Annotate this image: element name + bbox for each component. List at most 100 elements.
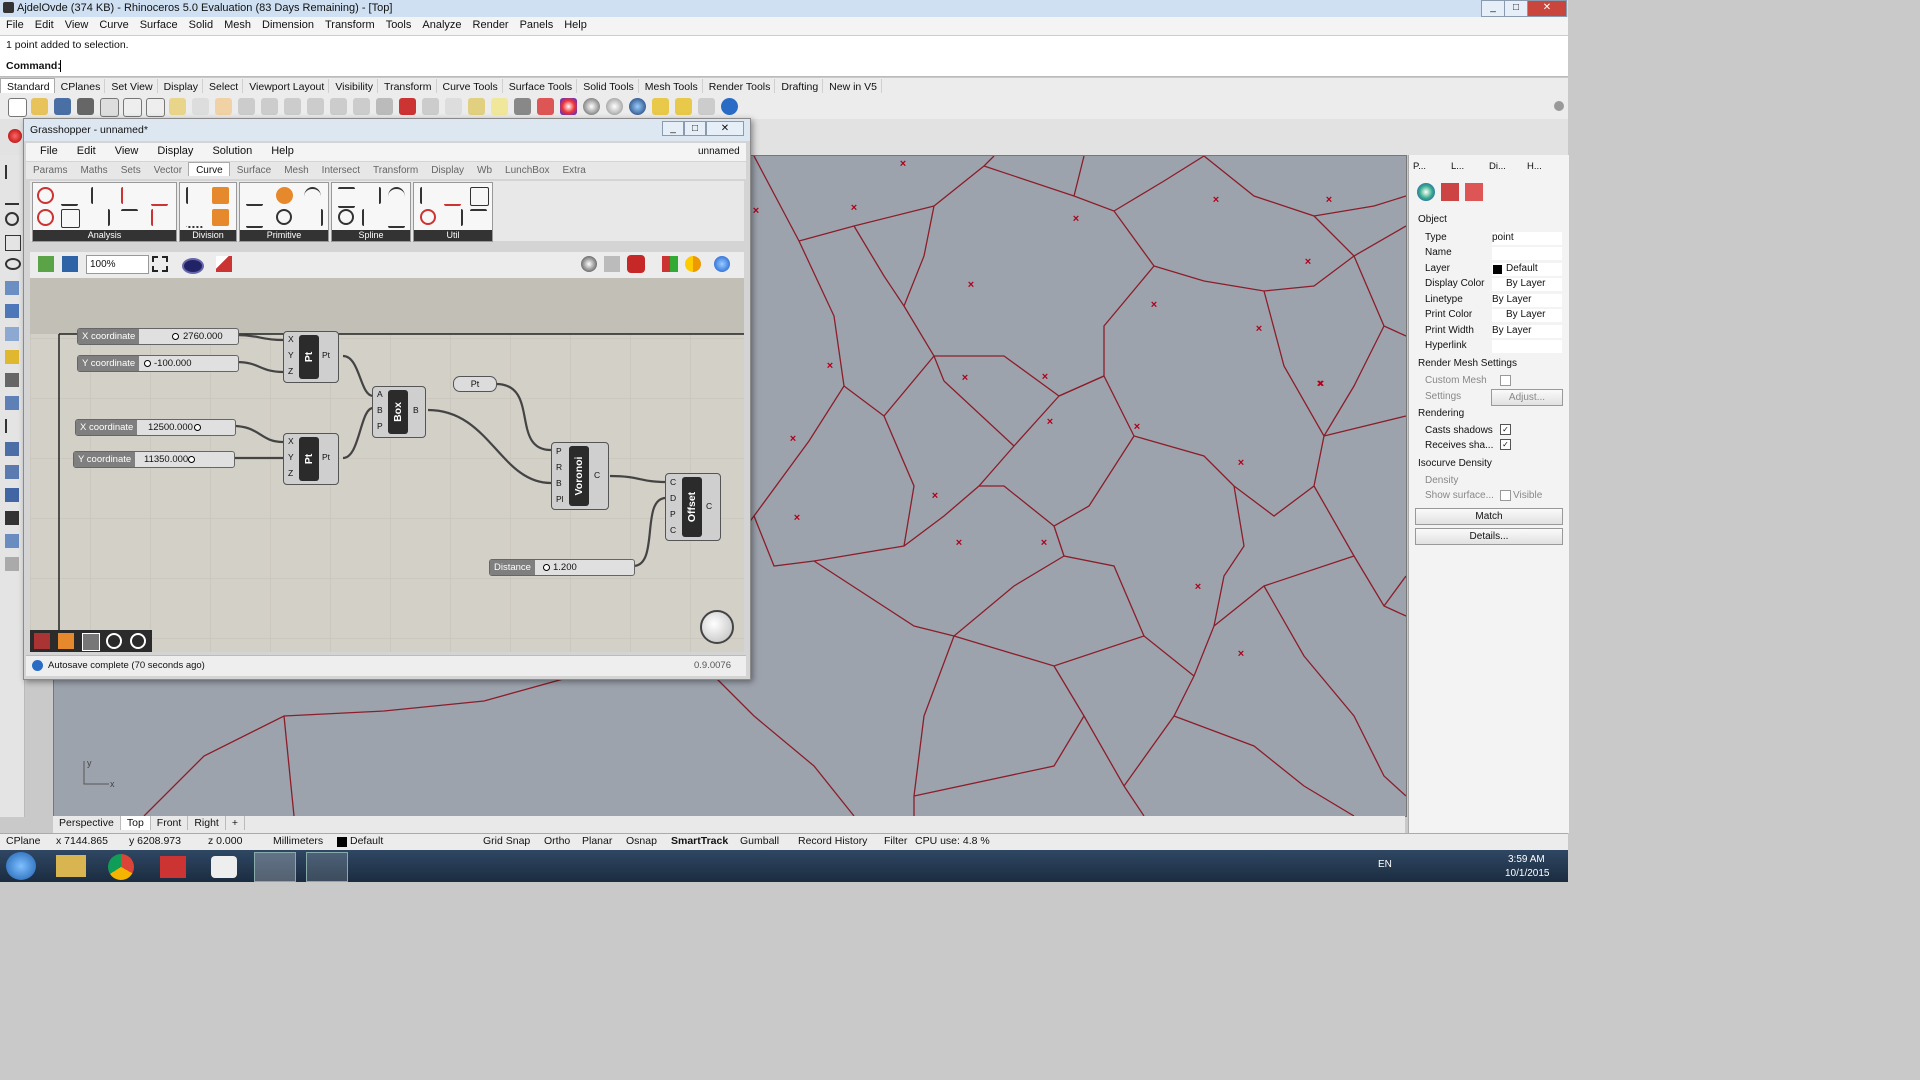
tab-new-in-v5[interactable]: New in V5 — [823, 79, 883, 93]
extend-curve-icon[interactable] — [470, 209, 487, 228]
curve-closest-point-icon[interactable] — [37, 187, 54, 204]
display-sphere-icon[interactable] — [714, 256, 730, 272]
seed-point-marker[interactable]: × — [790, 433, 796, 445]
seed-point-marker[interactable]: × — [1041, 537, 1047, 549]
seed-point-marker[interactable]: × — [900, 158, 906, 170]
save-icon[interactable] — [54, 98, 71, 115]
tab-cplanes[interactable]: CPlanes — [55, 79, 106, 93]
voronoi-component[interactable]: P R B Pl Voronoi C — [551, 442, 609, 510]
solver-icon[interactable] — [685, 256, 701, 272]
fillet-icon[interactable] — [5, 419, 21, 433]
gh-menu-file[interactable]: File — [26, 143, 63, 157]
gh-tab-curve[interactable]: Curve — [188, 162, 230, 176]
widget-align-icon[interactable] — [58, 633, 74, 649]
gh-tab-lunchbox[interactable]: LunchBox — [498, 163, 555, 176]
tab-visibility[interactable]: Visibility — [329, 79, 379, 93]
details-button[interactable]: Details... — [1415, 528, 1563, 545]
seed-point-marker[interactable]: × — [1213, 194, 1219, 206]
window-taskbar-icon[interactable] — [306, 852, 348, 882]
match-button[interactable]: Match — [1415, 508, 1563, 525]
tab-standard[interactable]: Standard — [0, 78, 55, 93]
mesh-icon[interactable] — [5, 350, 19, 364]
start-button-icon[interactable] — [6, 852, 36, 880]
zoom-dropdown[interactable]: 100% — [86, 255, 149, 274]
tab-surface-tools[interactable]: Surface Tools — [503, 79, 578, 93]
prop-print-color[interactable]: Print Color By Layer — [1417, 308, 1563, 323]
grasshopper-canvas[interactable]: X coordinate 2760.000 Y coordinate -100.… — [30, 278, 744, 652]
curve-end-points-icon[interactable] — [91, 209, 110, 226]
copy-icon[interactable] — [146, 98, 165, 117]
gh-menu-edit[interactable]: Edit — [63, 143, 101, 157]
options-gear-icon[interactable] — [675, 98, 692, 115]
grasshopper-record-icon[interactable] — [8, 129, 22, 143]
seed-point-marker[interactable]: × — [827, 360, 833, 372]
array-icon[interactable] — [5, 488, 19, 502]
render-mesh-icon[interactable] — [5, 557, 19, 571]
zoom-extents-icon[interactable] — [152, 256, 168, 272]
status-layer[interactable]: Default — [350, 835, 383, 847]
seed-point-marker[interactable]: × — [932, 490, 938, 502]
preview-shaded-icon[interactable] — [581, 256, 597, 272]
prop-print-width[interactable]: Print Width By Layer — [1417, 324, 1563, 339]
seed-point-marker[interactable]: × — [753, 205, 759, 217]
boolean-icon[interactable] — [5, 396, 19, 410]
gh-save-icon[interactable] — [62, 256, 78, 272]
material-icon[interactable] — [629, 98, 646, 115]
seed-point-marker[interactable]: × — [962, 372, 968, 384]
offset-icon[interactable] — [420, 187, 439, 204]
tab-solid-tools[interactable]: Solid Tools — [577, 79, 639, 93]
surface-icon[interactable] — [5, 281, 19, 295]
seed-point-marker[interactable]: × — [968, 279, 974, 291]
adjust-button[interactable]: Adjust... — [1491, 389, 1563, 406]
divide-length-icon[interactable] — [186, 209, 203, 228]
menu-analyze[interactable]: Analyze — [416, 17, 466, 31]
receives-shadows-checkbox[interactable]: ✓ — [1500, 439, 1511, 450]
tab-display[interactable]: Display — [158, 79, 204, 93]
chrome-icon[interactable] — [108, 854, 134, 880]
preview-wire-icon[interactable] — [604, 256, 620, 272]
color-wheel-icon[interactable] — [560, 98, 577, 115]
seed-point-marker[interactable]: × — [851, 202, 857, 214]
arc-3pt-icon[interactable] — [304, 209, 323, 226]
status-cplane[interactable]: CPlane — [6, 835, 40, 847]
gh-menu-help[interactable]: Help — [257, 143, 299, 157]
seed-point-marker[interactable]: × — [1042, 371, 1048, 383]
seed-point-marker[interactable]: × — [1134, 421, 1140, 433]
rotate-view-icon[interactable] — [238, 98, 255, 115]
new-file-icon[interactable] — [8, 98, 27, 117]
tab-right[interactable]: Right — [188, 816, 226, 830]
toolbar-settings-gear-icon[interactable] — [1554, 101, 1564, 111]
curve-discontinuity-icon[interactable] — [121, 209, 138, 228]
join-curves-icon[interactable] — [470, 187, 489, 206]
seed-point-marker[interactable]: × — [1195, 581, 1201, 593]
slider-y-coordinate-2[interactable]: Y coordinate 11350.000 — [73, 451, 235, 468]
menu-mesh[interactable]: Mesh — [218, 17, 256, 31]
seed-point-marker[interactable]: × — [1326, 194, 1332, 206]
tab-layers[interactable]: L... — [1451, 161, 1464, 172]
contour-icon[interactable] — [212, 209, 229, 226]
navigation-compass-icon[interactable] — [700, 610, 734, 644]
visible-checkbox[interactable] — [1500, 490, 1511, 501]
seed-point-marker[interactable]: × — [1317, 378, 1323, 390]
object-props-icon[interactable] — [1417, 183, 1435, 201]
gh-menu-solution[interactable]: Solution — [198, 143, 257, 157]
prop-display-color[interactable]: Display Color By Layer — [1417, 277, 1563, 292]
gh-tab-params[interactable]: Params — [26, 163, 73, 176]
menu-solid[interactable]: Solid — [183, 17, 218, 31]
slider-distance[interactable]: Distance 1.200 — [489, 559, 635, 576]
cplane-icon[interactable] — [422, 98, 439, 115]
zoom-extents-icon[interactable] — [307, 98, 324, 115]
gh-menu-display[interactable]: Display — [143, 143, 198, 157]
slider-x-coordinate-2[interactable]: X coordinate 12500.000 — [75, 419, 236, 436]
tab-display[interactable]: Di... — [1489, 161, 1506, 172]
curve-curvature-icon[interactable] — [151, 187, 168, 206]
gh-tab-maths[interactable]: Maths — [73, 163, 113, 176]
language-indicator[interactable]: EN — [1378, 859, 1392, 870]
explode-icon[interactable] — [420, 209, 436, 225]
gh-tab-intersect[interactable]: Intersect — [315, 163, 366, 176]
tab-top[interactable]: Top — [120, 816, 151, 830]
interpolate-icon[interactable] — [338, 187, 355, 208]
menu-view[interactable]: View — [59, 17, 94, 31]
print-icon[interactable] — [77, 98, 94, 115]
zoom-window-icon[interactable] — [284, 98, 301, 115]
